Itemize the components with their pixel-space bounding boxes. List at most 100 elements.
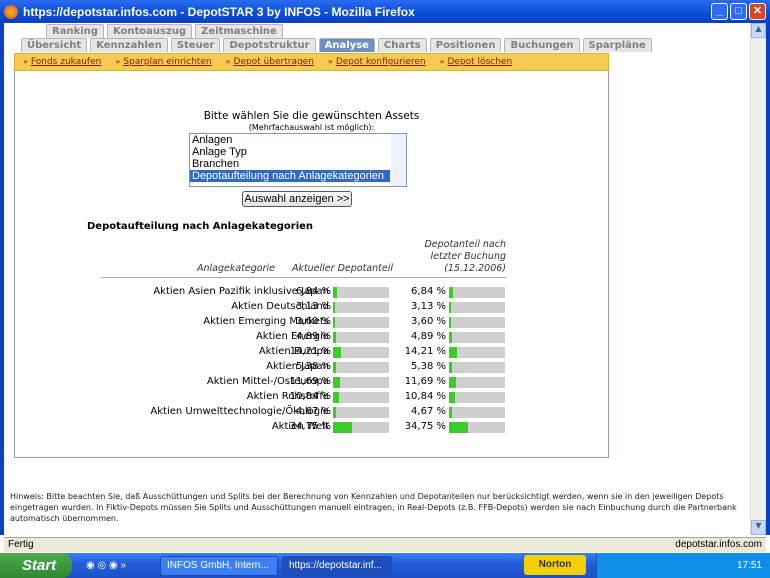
last-share-bar (449, 392, 505, 403)
current-share-bar (333, 407, 389, 418)
asset-listbox[interactable]: Anlagen Anlage Typ Branchen Depotaufteil… (189, 133, 407, 187)
action-item[interactable]: » Depot übertragen (226, 57, 314, 67)
tab-0[interactable]: Übersicht (21, 38, 88, 52)
status-text: Fertig (8, 539, 34, 550)
last-share: 11,69 % (404, 376, 446, 387)
last-share-fill (449, 362, 452, 373)
current-share-fill (333, 392, 340, 403)
list-option-selected[interactable]: Depotaufteilung nach Anlagekategorien (190, 170, 390, 182)
current-share: 4,67 % (296, 406, 331, 417)
action-link-0[interactable]: Fonds zukaufen (31, 57, 101, 67)
listbox-scrollbar[interactable] (391, 134, 406, 186)
clock: 17:51 (736, 560, 762, 571)
action-link-3[interactable]: Depot konfigurieren (336, 57, 426, 67)
bullet-icon: » (23, 57, 28, 66)
start-button[interactable]: Start (0, 553, 72, 578)
current-share-bar (333, 362, 389, 373)
current-share-fill (333, 407, 336, 418)
table-row: Aktien Deutschland 3,13 % 3,13 % (15, 299, 608, 314)
header-category: Anlagekategorie (197, 263, 275, 274)
last-share-bar (449, 407, 505, 418)
list-option[interactable]: Anlagen (190, 134, 390, 146)
last-share-fill (449, 347, 457, 358)
current-share: 3,60 % (296, 316, 331, 327)
tab-4[interactable]: Analyse (318, 38, 375, 52)
last-share-fill (449, 422, 469, 433)
last-share-bar (449, 362, 505, 373)
tab-7[interactable]: Buchungen (504, 38, 580, 52)
current-share-bar (333, 422, 389, 433)
current-share-fill (333, 287, 337, 298)
bullet-icon: » (327, 57, 333, 66)
show-selection-button[interactable]: Auswahl anzeigen >> (242, 191, 352, 207)
tab-1[interactable]: Kontoauszug (106, 24, 193, 38)
action-link-1[interactable]: Sparplan einrichten (123, 57, 211, 67)
bullet-icon: » (439, 57, 445, 66)
last-share: 4,89 % (411, 331, 446, 342)
current-share-bar (333, 392, 389, 403)
last-share-bar (449, 347, 505, 358)
tab-8[interactable]: Sparpläne (582, 38, 652, 52)
last-share: 4,67 % (411, 406, 446, 417)
header-line: Depotanteil nach (424, 239, 506, 250)
close-button[interactable]: ✕ (749, 3, 766, 20)
action-item[interactable]: » Depot konfigurieren (328, 57, 426, 67)
table-row: Aktien Rohstoffe 10,84 % 10,84 % (15, 389, 608, 404)
current-share: 14,21 % (289, 346, 331, 357)
status-bar: Fertig depotstar.infos.com (4, 537, 766, 552)
minimize-button[interactable]: _ (711, 3, 728, 20)
current-share-bar (333, 332, 389, 343)
scroll-down-icon[interactable]: ▼ (751, 520, 766, 535)
current-share-fill (333, 332, 336, 343)
taskbar-item-active[interactable]: https://depotstar.inf... (282, 555, 392, 576)
norton-button[interactable]: Norton (524, 555, 586, 575)
current-share-fill (333, 377, 340, 388)
last-share-fill (449, 317, 452, 328)
tab-5[interactable]: Charts (377, 38, 427, 52)
header-line: (15.12.2006) (444, 263, 506, 274)
last-share-fill (449, 407, 452, 418)
scroll-up-icon[interactable]: ▲ (751, 23, 766, 38)
maximize-button[interactable]: □ (730, 3, 747, 20)
table-row: Aktien Emerging Markets 3,60 % 3,60 % (15, 314, 608, 329)
tab-1[interactable]: Kennzahlen (90, 38, 168, 52)
prompt-hint: (Mehrfachauswahl ist möglich): (248, 123, 375, 132)
bullet-icon: » (115, 57, 121, 66)
last-share-fill (449, 302, 451, 313)
tab-3[interactable]: Depotstruktur (223, 38, 316, 52)
quick-launch-icons[interactable]: ◉ ◎ ◉ » (86, 560, 156, 571)
action-item[interactable]: » Depot löschen (440, 57, 513, 67)
table-row: Aktien Japan 5,38 % 5,38 % (15, 359, 608, 374)
tab-6[interactable]: Positionen (429, 38, 502, 52)
last-share-bar (449, 377, 505, 388)
last-share-bar (449, 332, 505, 343)
current-share-fill (333, 362, 336, 373)
last-share: 5,38 % (411, 361, 446, 372)
header-divider (101, 277, 506, 278)
current-share-bar (333, 377, 389, 388)
vertical-scrollbar[interactable]: ▲ ▼ (750, 23, 766, 535)
tab-0[interactable]: Ranking (46, 24, 104, 38)
firefox-icon (4, 4, 18, 19)
current-share-fill (333, 317, 336, 328)
current-share-fill (333, 302, 335, 313)
action-link-2[interactable]: Depot übertragen (233, 57, 313, 67)
last-share: 34,75 % (404, 421, 446, 432)
table-row: Aktien Umwelttechnologie/Ökologie 4,67 % 4… (15, 404, 608, 419)
bullet-icon: » (225, 57, 231, 66)
action-item[interactable]: » Fonds zukaufen (23, 57, 101, 67)
last-share-fill (449, 287, 453, 298)
current-share: 6,84 % (296, 286, 331, 297)
list-option[interactable]: Anlage Typ (190, 146, 390, 158)
list-option[interactable]: Branchen (190, 158, 390, 170)
last-share: 14,21 % (404, 346, 446, 357)
taskbar-item[interactable]: INFOS GmbH, Intern... (160, 555, 278, 576)
last-share-fill (449, 332, 452, 343)
action-item[interactable]: » Sparplan einrichten (115, 57, 211, 67)
tab-2[interactable]: Zeitmaschine (195, 24, 283, 38)
action-link-4[interactable]: Depot löschen (447, 57, 512, 67)
current-share-fill (333, 422, 353, 433)
last-share-bar (449, 302, 505, 313)
tab-2[interactable]: Steuer (170, 38, 221, 52)
table-row: Aktien Mittel-/Osteuropa 11,69 % 11,69 % (15, 374, 608, 389)
